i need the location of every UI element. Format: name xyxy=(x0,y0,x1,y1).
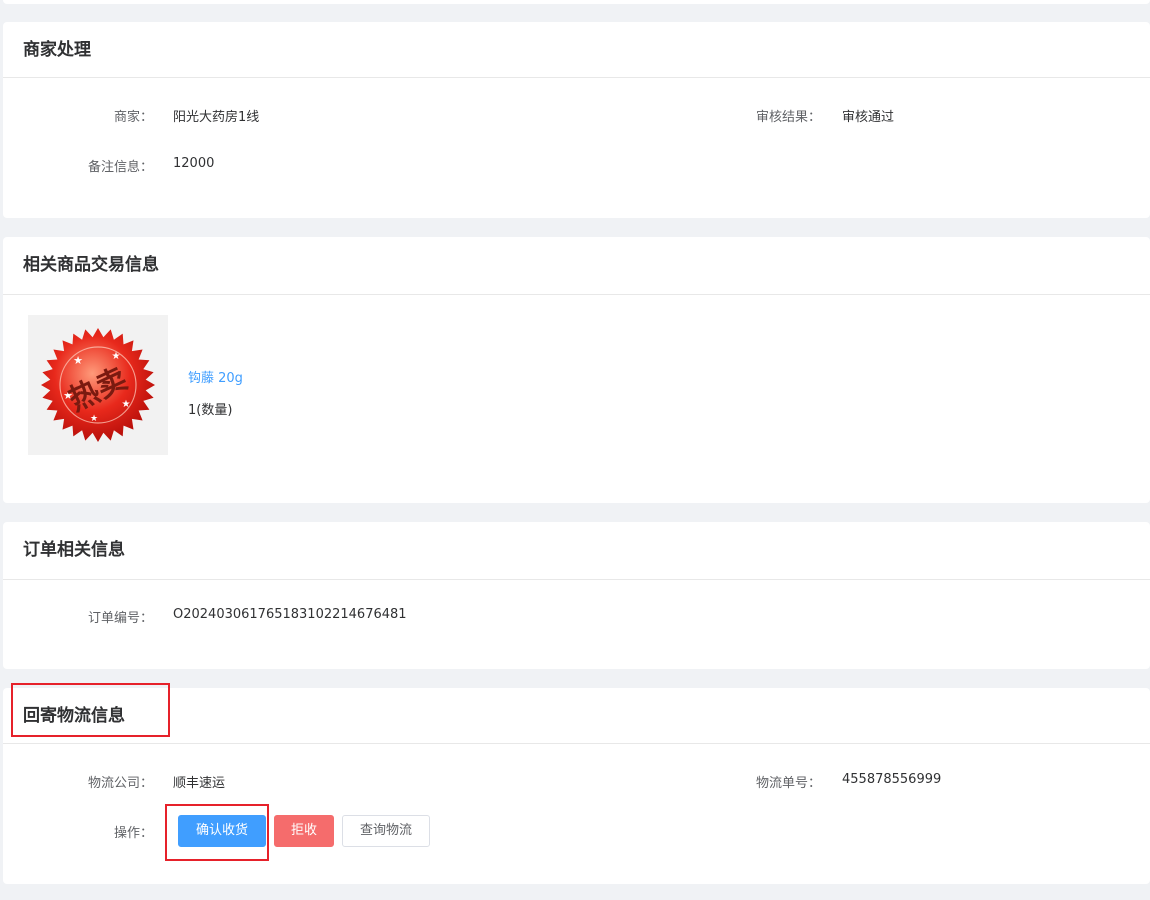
merchant-card-header: 商家处理 xyxy=(3,22,1150,78)
product-card-header: 相关商品交易信息 xyxy=(3,237,1150,295)
title-highlight-box xyxy=(11,683,170,737)
product-card-title: 相关商品交易信息 xyxy=(23,255,159,275)
product-thumbnail[interactable]: ★ ★ ★ ★ ★ 热卖 xyxy=(28,315,168,455)
merchant-card-title: 商家处理 xyxy=(23,40,91,60)
reject-button[interactable]: 拒收 xyxy=(274,815,334,847)
remark-value: 12000 xyxy=(173,156,215,171)
svg-text:★: ★ xyxy=(112,351,121,362)
logistics-card-header: 回寄物流信息 xyxy=(3,688,1150,744)
product-card: 相关商品交易信息 xyxy=(3,237,1150,503)
merchant-label: 商家： xyxy=(113,110,153,125)
action-label: 操作： xyxy=(113,826,153,841)
top-card-partial xyxy=(3,0,1150,4)
product-quantity: 1(数量) xyxy=(188,403,233,418)
review-result-value: 审核通过 xyxy=(842,110,895,125)
logistics-company-label: 物流公司： xyxy=(87,776,153,791)
hot-sale-seal-icon: ★ ★ ★ ★ ★ 热卖 xyxy=(41,328,155,442)
remark-label: 备注信息： xyxy=(87,160,153,175)
svg-text:★: ★ xyxy=(122,399,131,410)
track-logistics-button[interactable]: 查询物流 xyxy=(342,815,430,847)
svg-text:★: ★ xyxy=(90,414,98,424)
logistics-company-value: 顺丰速运 xyxy=(173,776,226,791)
order-card-title: 订单相关信息 xyxy=(23,540,125,560)
svg-text:★: ★ xyxy=(73,354,83,367)
review-result-label: 审核结果： xyxy=(755,110,821,125)
product-name-link[interactable]: 钩藤 20g xyxy=(188,367,243,386)
tracking-no-value: 455878556999 xyxy=(842,772,942,787)
order-card: 订单相关信息 xyxy=(3,522,1150,669)
order-no-label: 订单编号： xyxy=(87,611,153,626)
button-highlight-box xyxy=(165,804,269,861)
order-no-value: O202403061765183102214676481 xyxy=(173,607,407,622)
merchant-value: 阳光大药房1线 xyxy=(173,110,260,125)
tracking-no-label: 物流单号： xyxy=(755,776,821,791)
order-card-header: 订单相关信息 xyxy=(3,522,1150,580)
